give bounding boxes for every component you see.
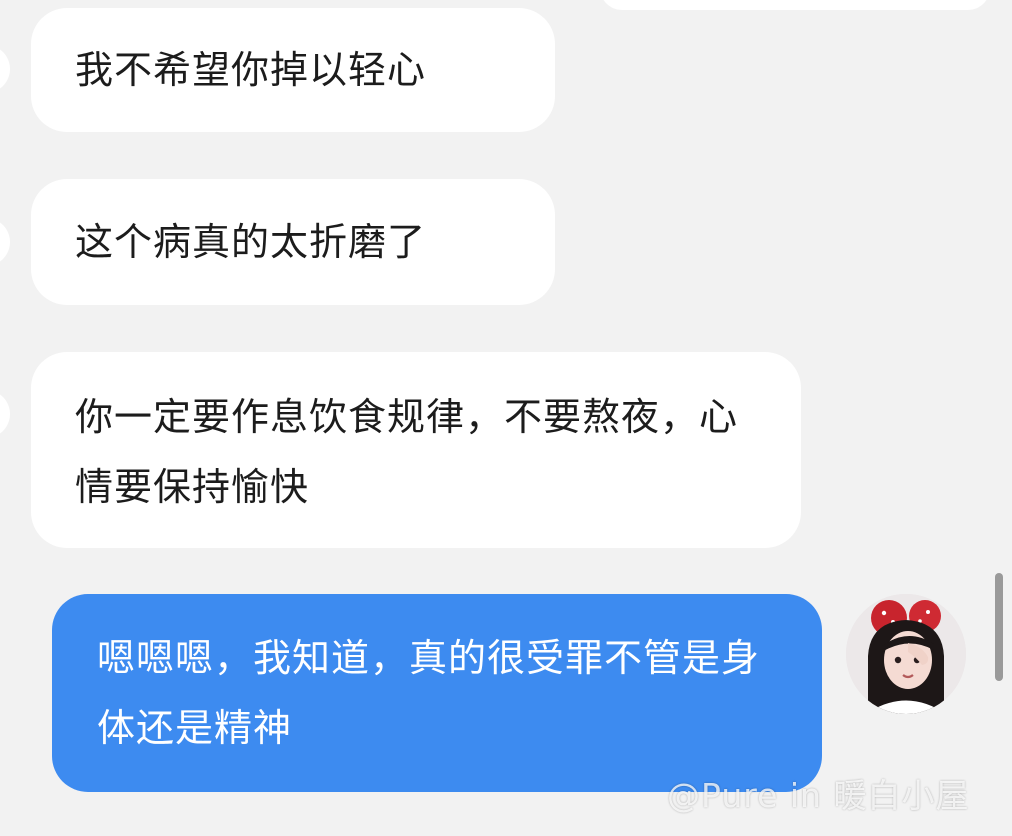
contact-avatar-edge[interactable] <box>0 45 10 93</box>
message-text: 这个病真的太折磨了 <box>75 220 427 264</box>
incoming-message-bubble[interactable]: 我不希望你掉以轻心 <box>31 8 555 132</box>
message-text: 我不希望你掉以轻心 <box>75 48 427 92</box>
incoming-message-bubble[interactable]: 这个病真的太折磨了 <box>31 179 555 305</box>
message-text: 嗯嗯嗯，我知道，真的很受罪不管是身体还是精神 <box>97 636 761 750</box>
contact-avatar-edge[interactable] <box>0 218 10 266</box>
scrollbar-thumb[interactable] <box>995 573 1003 681</box>
user-avatar-icon[interactable] <box>846 594 966 714</box>
outgoing-message-bubble[interactable]: 嗯嗯嗯，我知道，真的很受罪不管是身体还是精神 <box>52 594 822 792</box>
avatar-photo-icon <box>846 594 966 714</box>
watermark-text: @Pure in 暖白小屋 <box>667 776 970 815</box>
message-text: 你一定要作息饮食规律，不要熬夜，心情要保持愉快 <box>75 395 739 509</box>
previous-message-bubble-edge <box>600 0 990 10</box>
contact-avatar-edge[interactable] <box>0 390 10 438</box>
incoming-message-bubble[interactable]: 你一定要作息饮食规律，不要熬夜，心情要保持愉快 <box>31 352 801 548</box>
